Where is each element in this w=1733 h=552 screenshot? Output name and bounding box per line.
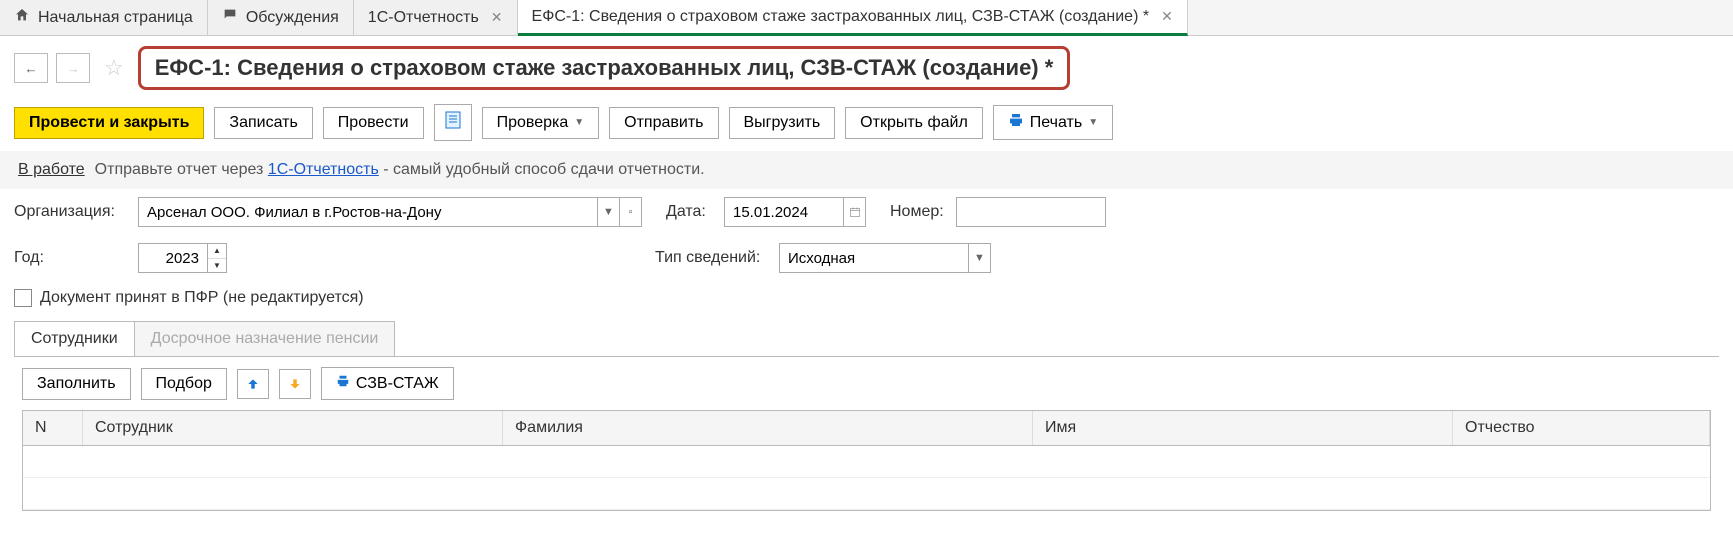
reporting-link[interactable]: 1С-Отчетность [268, 161, 379, 178]
year-field[interactable] [138, 243, 208, 273]
year-spinner: ▲ ▼ [208, 243, 227, 273]
form-row-org-date-number: Организация: ▼ ▫ Дата: Номер: [0, 189, 1733, 235]
move-up-button[interactable] [237, 369, 269, 399]
type-label: Тип сведений: [655, 249, 769, 267]
type-field[interactable] [779, 243, 969, 273]
year-label: Год: [14, 249, 128, 267]
tab-label: 1С-Отчетность [368, 9, 479, 27]
check-label: Проверка [497, 114, 569, 132]
post-and-close-button[interactable]: Провести и закрыть [14, 107, 204, 139]
main-toolbar: Провести и закрыть Записать Провести Про… [0, 100, 1733, 151]
org-input-combo: ▼ ▫ [138, 197, 642, 227]
fill-button[interactable]: Заполнить [22, 368, 131, 400]
favorite-star-icon[interactable]: ☆ [104, 55, 124, 81]
tab-home[interactable]: Начальная страница [0, 0, 208, 35]
print-icon [336, 374, 350, 393]
page-title-highlight: ЕФС-1: Сведения о страховом стаже застра… [138, 46, 1071, 90]
send-button[interactable]: Отправить [609, 107, 718, 139]
tab-label: Обсуждения [246, 9, 339, 27]
status-info-bar: В работе Отправьте отчет через 1С-Отчетн… [0, 151, 1733, 189]
szv-stazh-button[interactable]: СЗВ-СТАЖ [321, 367, 454, 400]
col-header-n[interactable]: N [23, 411, 83, 445]
org-field[interactable] [138, 197, 598, 227]
discuss-icon [222, 7, 238, 28]
form-header: ← → ☆ ЕФС-1: Сведения о страховом стаже … [0, 36, 1733, 100]
number-label: Номер: [890, 203, 946, 221]
nav-back-button[interactable]: ← [14, 53, 48, 83]
chevron-down-icon[interactable]: ▼ [969, 243, 991, 273]
spinner-up-icon[interactable]: ▲ [208, 244, 226, 259]
number-field[interactable] [956, 197, 1106, 227]
info-text: Отправьте отчет через 1С-Отчетность - са… [95, 161, 705, 179]
col-header-name[interactable]: Имя [1033, 411, 1453, 445]
close-icon[interactable]: ✕ [1161, 8, 1173, 25]
spinner-down-icon[interactable]: ▼ [208, 259, 226, 273]
subtab-early-pension[interactable]: Досрочное назначение пенсии [134, 321, 396, 356]
col-header-patronymic[interactable]: Отчество [1453, 411, 1710, 445]
tab-1c-reporting[interactable]: 1С-Отчетность ✕ [354, 0, 518, 35]
year-input-combo: ▲ ▼ [138, 243, 227, 273]
open-choice-icon[interactable]: ▫ [620, 197, 642, 227]
date-label: Дата: [666, 203, 714, 221]
export-button[interactable]: Выгрузить [729, 107, 836, 139]
chevron-down-icon[interactable]: ▼ [598, 197, 620, 227]
print-label: Печать [1030, 114, 1082, 132]
status-link[interactable]: В работе [18, 161, 85, 179]
employees-toolbar: Заполнить Подбор СЗВ-СТАЖ [0, 357, 1733, 410]
subtabs: Сотрудники Досрочное назначение пенсии [0, 315, 1733, 356]
open-file-button[interactable]: Открыть файл [845, 107, 983, 139]
page-title: ЕФС-1: Сведения о страховом стаже застра… [155, 55, 1054, 80]
save-button[interactable]: Записать [214, 107, 312, 139]
tab-discussions[interactable]: Обсуждения [208, 0, 354, 35]
tab-label: Начальная страница [38, 9, 193, 27]
date-input-combo [724, 197, 866, 227]
table-row[interactable] [23, 478, 1710, 510]
post-button[interactable]: Провести [323, 107, 424, 139]
checkbox-row: Документ принят в ПФР (не редактируется) [0, 281, 1733, 315]
list-icon [445, 111, 461, 134]
chevron-down-icon: ▼ [1088, 117, 1098, 128]
print-icon [1008, 112, 1024, 133]
nav-forward-button[interactable]: → [56, 53, 90, 83]
chevron-down-icon: ▼ [574, 117, 584, 128]
move-down-button[interactable] [279, 369, 311, 399]
subtab-employees[interactable]: Сотрудники [14, 321, 135, 356]
szv-stazh-label: СЗВ-СТАЖ [356, 375, 439, 393]
form-row-year-type: Год: ▲ ▼ Тип сведений: ▼ [0, 235, 1733, 281]
check-dropdown-button[interactable]: Проверка ▼ [482, 107, 600, 139]
table-row[interactable] [23, 446, 1710, 478]
calendar-icon[interactable] [844, 197, 866, 227]
app-tabs-bar: Начальная страница Обсуждения 1С-Отчетно… [0, 0, 1733, 36]
print-dropdown-button[interactable]: Печать ▼ [993, 105, 1113, 140]
type-input-combo: ▼ [779, 243, 991, 273]
col-header-surname[interactable]: Фамилия [503, 411, 1033, 445]
document-list-button[interactable] [434, 104, 472, 141]
close-icon[interactable]: ✕ [491, 9, 503, 26]
accepted-checkbox[interactable] [14, 289, 32, 307]
tab-label: ЕФС-1: Сведения о страховом стаже застра… [532, 8, 1150, 26]
col-header-employee[interactable]: Сотрудник [83, 411, 503, 445]
date-field[interactable] [724, 197, 844, 227]
org-label: Организация: [14, 203, 128, 221]
pick-button[interactable]: Подбор [141, 368, 227, 400]
checkbox-label: Документ принят в ПФР (не редактируется) [40, 289, 364, 307]
employees-grid: N Сотрудник Фамилия Имя Отчество [22, 410, 1711, 511]
home-icon [14, 7, 30, 28]
grid-header: N Сотрудник Фамилия Имя Отчество [23, 411, 1710, 446]
tab-efs1-document[interactable]: ЕФС-1: Сведения о страховом стаже застра… [518, 0, 1188, 36]
